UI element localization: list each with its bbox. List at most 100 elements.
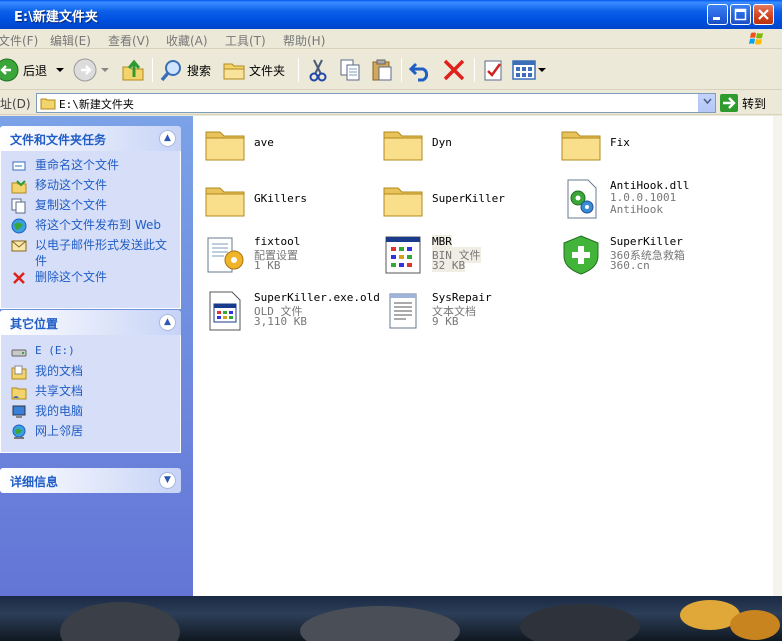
search-icon bbox=[160, 60, 181, 82]
folders-icon bbox=[223, 63, 245, 80]
back-button[interactable]: 后退 bbox=[0, 56, 65, 84]
address-bar: 址(D) E:\新建文件夹 转到 bbox=[0, 91, 782, 115]
chevron-down-icon[interactable] bbox=[55, 65, 65, 75]
task-publish-web[interactable]: 将这个文件发布到 Web bbox=[1, 217, 180, 237]
properties-icon bbox=[484, 60, 502, 81]
file-sysrepair[interactable]: SysRepair 文本文档 9 KB bbox=[374, 284, 549, 336]
up-folder-button[interactable] bbox=[120, 56, 146, 84]
shared-folder-icon bbox=[11, 387, 27, 400]
menu-file[interactable]: 文件(F) bbox=[0, 32, 38, 49]
address-path: E:\新建文件夹 bbox=[59, 98, 134, 111]
desktop-background bbox=[0, 596, 782, 641]
rename-icon bbox=[12, 161, 26, 171]
other-places-panel: 其它位置 ▲ E (E:) 我的文档 共享文档 我的电脑 网上邻居 bbox=[0, 310, 181, 453]
forward-button[interactable] bbox=[72, 56, 110, 84]
task-copy[interactable]: 复制这个文件 bbox=[1, 197, 180, 217]
title-bar[interactable]: E:\新建文件夹 bbox=[0, 0, 782, 29]
folder-icon bbox=[561, 131, 601, 161]
task-delete[interactable]: 删除这个文件 bbox=[1, 269, 180, 289]
menu-view[interactable]: 查看(V) bbox=[108, 32, 150, 49]
folder-icon bbox=[383, 131, 423, 161]
file-superkiller-exe-old[interactable]: SuperKiller.exe.old OLD 文件 3,110 KB bbox=[196, 284, 380, 336]
folder-dyn[interactable]: Dyn bbox=[374, 116, 549, 168]
vertical-scrollbar[interactable] bbox=[773, 116, 782, 596]
menu-bar: 文件(F) 编辑(E) 查看(V) 收藏(A) 工具(T) 帮助(H) bbox=[0, 29, 782, 49]
window-title: E:\新建文件夹 bbox=[14, 10, 98, 25]
task-move[interactable]: 移动这个文件 bbox=[1, 177, 180, 197]
scissors-icon bbox=[309, 59, 327, 82]
maximize-button[interactable] bbox=[730, 4, 751, 25]
expand-icon[interactable]: ▼ bbox=[159, 472, 176, 489]
chevron-down-icon[interactable] bbox=[538, 65, 546, 75]
copy-button[interactable] bbox=[338, 56, 362, 84]
folder-icon bbox=[205, 187, 245, 217]
details-header[interactable]: 详细信息 ▼ bbox=[0, 468, 181, 493]
file-fixtool[interactable]: fixtool 配置设置 1 KB bbox=[196, 228, 371, 280]
forward-arrow-icon bbox=[73, 58, 97, 82]
menu-tools[interactable]: 工具(T) bbox=[225, 32, 266, 49]
folder-gkillers[interactable]: GKillers bbox=[196, 172, 371, 224]
cut-button[interactable] bbox=[306, 56, 330, 84]
address-label: 址(D) bbox=[0, 97, 31, 111]
close-button[interactable] bbox=[753, 4, 774, 25]
folder-icon bbox=[205, 131, 245, 161]
details-panel: 详细信息 ▼ bbox=[0, 468, 181, 493]
task-email[interactable]: 以电子邮件形式发送此文件 bbox=[1, 237, 180, 269]
drive-icon bbox=[11, 349, 27, 357]
folder-ave[interactable]: ave bbox=[196, 116, 371, 168]
folders-button[interactable]: 文件夹 bbox=[222, 56, 285, 84]
undo-button[interactable] bbox=[408, 56, 434, 84]
up-folder-icon bbox=[122, 59, 144, 81]
other-places-header[interactable]: 其它位置 ▲ bbox=[0, 310, 181, 335]
copy-icon bbox=[340, 59, 360, 81]
close-icon bbox=[758, 9, 769, 20]
collapse-icon[interactable]: ▲ bbox=[159, 130, 176, 147]
folder-superkiller[interactable]: SuperKiller bbox=[374, 172, 549, 224]
explorer-window: E:\新建文件夹 文件(F) 编辑(E) 查看(V) 收藏(A) 工具(T) 帮… bbox=[0, 0, 782, 596]
file-antihook-dll[interactable]: AntiHook.dll 1.0.0.1001 AntiHook bbox=[552, 172, 727, 224]
network-globe-icon bbox=[12, 424, 26, 439]
collapse-icon[interactable]: ▲ bbox=[159, 314, 176, 331]
file-tasks-header[interactable]: 文件和文件夹任务 ▲ bbox=[0, 126, 181, 151]
properties-button[interactable] bbox=[482, 56, 506, 84]
computer-icon bbox=[12, 405, 26, 418]
menu-favorites[interactable]: 收藏(A) bbox=[166, 32, 208, 49]
first-aid-shield-icon bbox=[563, 235, 599, 275]
undo-icon bbox=[408, 62, 429, 82]
go-button[interactable]: 转到 bbox=[720, 94, 766, 112]
place-shared-documents[interactable]: 共享文档 bbox=[1, 383, 180, 403]
address-input[interactable]: E:\新建文件夹 bbox=[36, 93, 716, 113]
config-settings-icon bbox=[207, 237, 244, 273]
windows-logo-icon bbox=[742, 30, 772, 48]
chevron-down-icon bbox=[702, 98, 712, 105]
delete-button[interactable] bbox=[442, 56, 466, 84]
task-rename[interactable]: 重命名这个文件 bbox=[1, 157, 180, 177]
chevron-down-icon[interactable] bbox=[100, 65, 110, 75]
folder-fix[interactable]: Fix bbox=[552, 116, 727, 168]
old-file-icon bbox=[209, 291, 241, 331]
task-pane: 文件和文件夹任务 ▲ 重命名这个文件 移动这个文件 复制这个文件 将这个文件发布… bbox=[0, 116, 193, 596]
views-button[interactable] bbox=[512, 56, 546, 84]
menu-help[interactable]: 帮助(H) bbox=[283, 32, 325, 49]
dll-gear-icon bbox=[567, 179, 597, 219]
folder-icon bbox=[40, 98, 56, 110]
address-dropdown-button[interactable] bbox=[698, 94, 715, 112]
go-arrow-icon bbox=[720, 94, 738, 112]
views-grid-icon bbox=[512, 60, 536, 80]
file-superkiller-exe[interactable]: SuperKiller 360系统急救箱 360.cn bbox=[552, 228, 727, 280]
place-drive-e[interactable]: E (E:) bbox=[1, 343, 180, 363]
place-network[interactable]: 网上邻居 bbox=[1, 423, 180, 443]
search-button[interactable]: 搜索 bbox=[160, 56, 211, 84]
paste-button[interactable] bbox=[370, 56, 394, 84]
move-icon bbox=[11, 180, 27, 194]
menu-edit[interactable]: 编辑(E) bbox=[50, 32, 91, 49]
paste-icon bbox=[372, 59, 392, 81]
file-mbr[interactable]: MBR BIN 文件 32 KB bbox=[374, 228, 549, 280]
minimize-button[interactable] bbox=[707, 4, 728, 25]
standard-toolbar: 后退 搜索 文件夹 bbox=[0, 50, 782, 90]
my-documents-icon bbox=[11, 365, 27, 380]
place-my-documents[interactable]: 我的文档 bbox=[1, 363, 180, 383]
delete-x-icon bbox=[443, 59, 465, 81]
globe-icon bbox=[11, 218, 27, 234]
place-my-computer[interactable]: 我的电脑 bbox=[1, 403, 180, 423]
